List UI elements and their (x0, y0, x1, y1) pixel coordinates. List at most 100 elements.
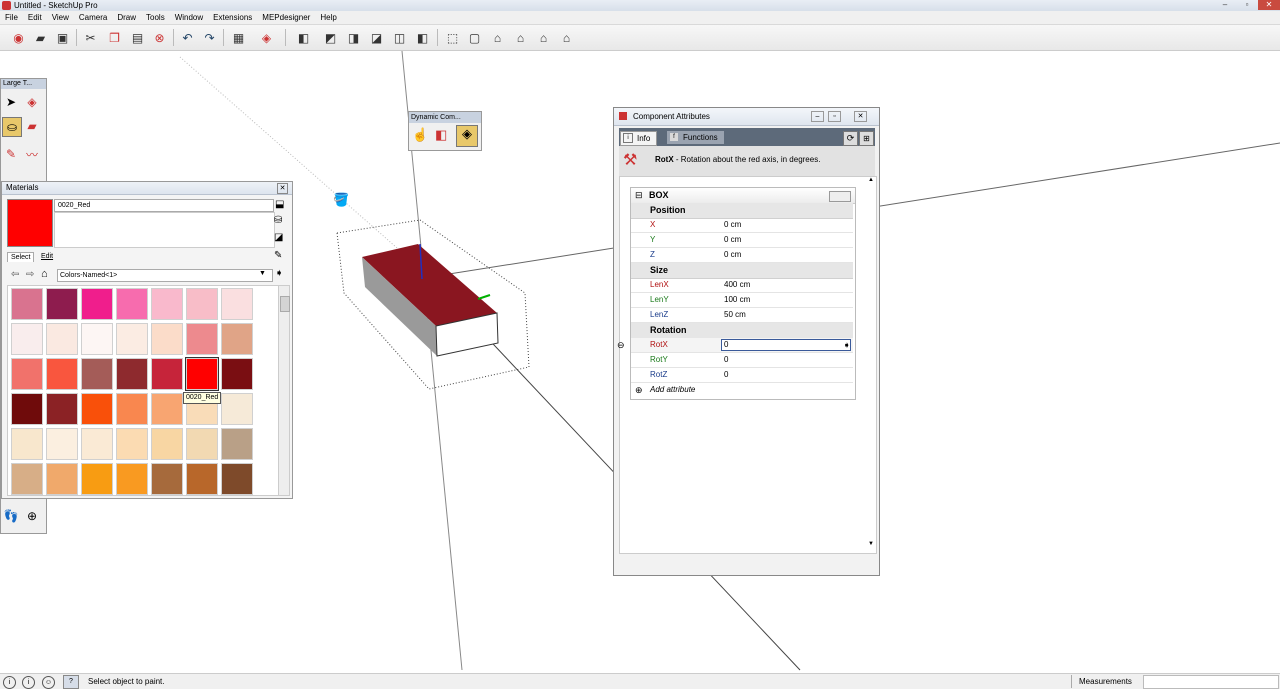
material-swatch[interactable] (151, 358, 183, 390)
material-swatch[interactable] (46, 393, 78, 425)
material-swatch[interactable] (81, 358, 113, 390)
details-arrow-icon[interactable]: ➧ (275, 268, 283, 279)
material-swatch[interactable] (46, 428, 78, 460)
material-swatch[interactable] (221, 288, 253, 320)
add-attribute-row[interactable]: ⊕ Add attribute (631, 383, 853, 397)
close-button[interactable]: ✕ (1258, 0, 1280, 10)
material-name-field[interactable]: 0020_Red (54, 199, 274, 212)
freehand-icon[interactable]: 〰 (23, 145, 41, 163)
collapse-icon[interactable]: ⊟ (635, 188, 643, 203)
select-arrow-icon[interactable]: ➤ (2, 93, 20, 111)
rotx-value-input[interactable]: 0 (721, 339, 851, 351)
material-swatch[interactable] (221, 323, 253, 355)
attribute-row[interactable]: RotY 0 (631, 353, 853, 368)
view-back-icon[interactable]: ◫ (391, 29, 408, 46)
attribute-row[interactable]: LenZ 50 cm (631, 308, 853, 323)
shaded-textures-icon[interactable]: ⌂ (535, 29, 552, 46)
component-menu-icon[interactable] (829, 191, 851, 202)
minimize-button[interactable]: – (1214, 0, 1236, 10)
attribute-value[interactable]: 0 cm (724, 218, 741, 232)
create-material-icon[interactable]: ⛁ (274, 215, 282, 226)
maximize-button[interactable]: ▫ (1236, 0, 1258, 10)
material-swatch[interactable] (151, 393, 183, 425)
redo-icon[interactable]: ↷ (201, 29, 218, 46)
material-swatch[interactable] (46, 323, 78, 355)
position-camera-icon[interactable]: ⊕ (23, 507, 41, 525)
menu-view[interactable]: View (47, 11, 74, 24)
material-swatch[interactable] (116, 463, 148, 495)
attribute-value[interactable]: 0 cm (724, 248, 741, 262)
material-swatch[interactable] (11, 358, 43, 390)
pencil-icon[interactable]: ✎ (2, 145, 20, 163)
material-swatch[interactable] (46, 288, 78, 320)
material-swatch[interactable] (116, 323, 148, 355)
material-swatch[interactable] (116, 393, 148, 425)
material-swatch[interactable] (151, 428, 183, 460)
collection-select[interactable]: Colors-Named<1> (57, 269, 273, 282)
attribute-row[interactable]: Y 0 cm (631, 233, 853, 248)
view-iso-icon[interactable]: ◧ (295, 29, 312, 46)
menu-mepdesigner[interactable]: MEPdesigner (257, 11, 315, 24)
user-icon[interactable]: ☺ (42, 676, 55, 689)
paste-icon[interactable]: ▤ (129, 29, 146, 46)
material-swatch[interactable] (11, 393, 43, 425)
attribute-row[interactable]: Z 0 cm (631, 248, 853, 263)
cut-icon[interactable]: ✂ (82, 29, 99, 46)
print-icon[interactable]: ▦ (230, 29, 247, 46)
material-swatch[interactable] (116, 288, 148, 320)
material-swatch[interactable] (81, 323, 113, 355)
hidden-line-icon[interactable]: ⌂ (489, 29, 506, 46)
add-attribute-icon[interactable]: ⊕ (635, 383, 643, 397)
material-swatch[interactable] (11, 428, 43, 460)
material-swatch[interactable] (221, 463, 253, 495)
copy-icon[interactable]: ❐ (106, 29, 123, 46)
materials-close-icon[interactable]: ✕ (277, 183, 288, 194)
back-arrow-icon[interactable]: ⇦ (11, 269, 19, 280)
menu-window[interactable]: Window (170, 11, 208, 24)
attribute-row[interactable]: LenY 100 cm (631, 293, 853, 308)
material-swatch[interactable] (116, 428, 148, 460)
view-left-icon[interactable]: ◧ (414, 29, 431, 46)
interact-icon[interactable]: ☝ (412, 127, 428, 143)
walk-icon[interactable]: 👣 (2, 507, 20, 525)
scrollbar-thumb[interactable] (280, 296, 290, 312)
menu-draw[interactable]: Draw (112, 11, 141, 24)
attribute-row[interactable]: RotZ 0 (631, 368, 853, 383)
component-options-icon[interactable]: ◧ (435, 127, 447, 143)
default-material-icon[interactable]: ◪ (274, 232, 283, 243)
material-swatch[interactable] (81, 428, 113, 460)
eraser-icon[interactable]: ▰ (23, 117, 41, 135)
close-panel-button[interactable]: ✕ (854, 111, 867, 122)
attributes-scrollbar[interactable]: ▲ ▼ (868, 177, 874, 551)
material-swatch[interactable] (186, 463, 218, 495)
menu-extensions[interactable]: Extensions (208, 11, 257, 24)
material-swatch[interactable] (151, 288, 183, 320)
forward-arrow-icon[interactable]: ⇨ (26, 269, 34, 280)
material-swatch[interactable] (81, 463, 113, 495)
undo-icon[interactable]: ↶ (179, 29, 196, 46)
menu-file[interactable]: File (0, 11, 23, 24)
material-swatch[interactable] (81, 393, 113, 425)
material-swatch[interactable] (221, 393, 253, 425)
menu-tools[interactable]: Tools (141, 11, 170, 24)
attribute-value[interactable]: 0 cm (724, 233, 741, 247)
material-swatch[interactable] (46, 463, 78, 495)
sample-paint-icon[interactable]: ✎ (274, 250, 282, 261)
paint-bucket-icon[interactable]: ⛀ (2, 117, 22, 137)
material-swatch[interactable] (46, 358, 78, 390)
material-swatch[interactable] (221, 428, 253, 460)
toggle-formula-view-icon[interactable]: ⊞ (859, 131, 874, 146)
delete-attribute-icon[interactable]: ⊖ (617, 338, 625, 352)
erase-icon[interactable]: ⊗ (151, 29, 168, 46)
material-swatch[interactable] (11, 288, 43, 320)
attribute-value[interactable]: 400 cm (724, 278, 750, 292)
open-icon[interactable]: ▰ (32, 29, 49, 46)
chevron-down-icon[interactable]: ▼ (259, 270, 266, 277)
swatch-scrollbar[interactable] (278, 285, 290, 496)
attribute-row[interactable]: RotX 0 ➧ ⊖ (617, 338, 853, 353)
attribute-row[interactable]: X 0 cm (631, 218, 853, 233)
view-top-icon[interactable]: ◩ (322, 29, 339, 46)
material-swatch[interactable] (151, 463, 183, 495)
view-right-icon[interactable]: ◪ (368, 29, 385, 46)
instructor-icon[interactable]: ? (63, 675, 79, 689)
